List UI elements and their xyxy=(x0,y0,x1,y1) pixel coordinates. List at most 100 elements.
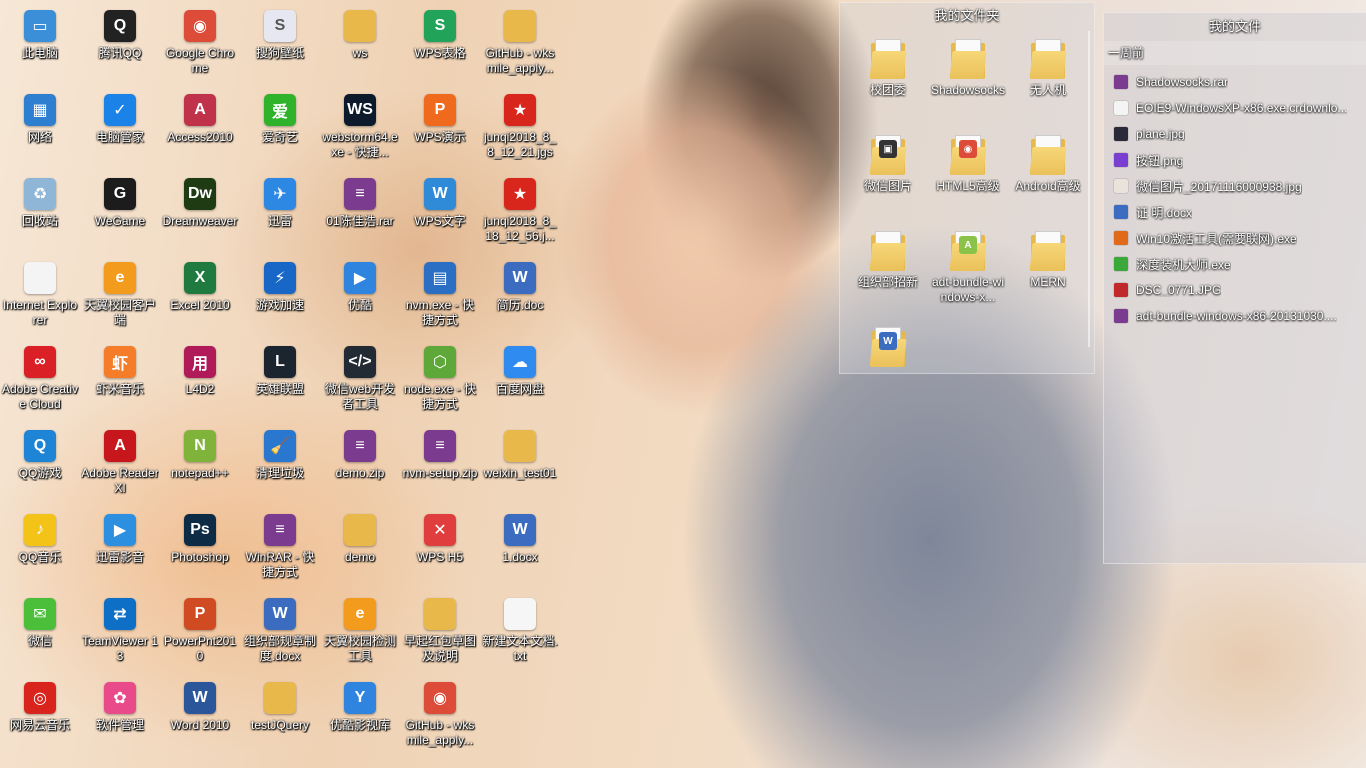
node-icon: ⬡ xyxy=(424,346,456,378)
desktop-shortcut[interactable]: 爱爱奇艺 xyxy=(240,84,320,168)
desktop-shortcut[interactable]: S WPS表格 xyxy=(400,0,480,84)
desktop-shortcut[interactable]: ⬡ node.exe - 快捷方式 xyxy=(400,336,480,420)
desktop-shortcut[interactable]: ★ junqi2018_8_18_12_56.j... xyxy=(480,168,560,252)
desktop-shortcut[interactable]: W Word 2010 xyxy=(160,672,240,756)
wps-writer-icon: W xyxy=(424,178,456,210)
desktop-shortcut[interactable]: ★ junqi2018_8_8_12_21.jgs xyxy=(480,84,560,168)
desktop-shortcut[interactable]: 🧹 清理垃圾 xyxy=(240,420,320,504)
winrar-icon: ≡ xyxy=(264,514,296,546)
folder-item[interactable]: ▣ 微信图片 xyxy=(848,129,928,225)
desktop-shortcut[interactable]: Q QQ游戏 xyxy=(0,420,80,504)
desktop-shortcut[interactable]: G WeGame xyxy=(80,168,160,252)
recent-file-item[interactable]: adt-bundle-windows-x86-20131030.... xyxy=(1104,303,1366,329)
desktop-shortcut[interactable]: ▭ 此电脑 xyxy=(0,0,80,84)
desktop-shortcut[interactable]: Q 腾讯QQ xyxy=(80,0,160,84)
desktop-shortcut-label: 腾讯QQ xyxy=(98,46,142,60)
image-icon xyxy=(1114,153,1128,167)
desktop-shortcut[interactable]: ⚡ 游戏加速 xyxy=(240,252,320,336)
desktop-shortcut[interactable]: ▶ 迅雷影音 xyxy=(80,504,160,588)
desktop-shortcut[interactable]: GitHub - wksmile_apply... xyxy=(480,0,560,84)
doc-icon: W xyxy=(504,262,536,294)
desktop-shortcut[interactable]: Dw Dreamweaver xyxy=(160,168,240,252)
recent-file-item[interactable]: Win10激活工具(需要联网).exe xyxy=(1104,225,1366,251)
desktop-shortcut[interactable]: </> 微信web开发者工具 xyxy=(320,336,400,420)
desktop-shortcut[interactable]: W WPS文字 xyxy=(400,168,480,252)
desktop-shortcut[interactable]: W 1.docx xyxy=(480,504,560,588)
desktop-shortcut[interactable]: W 组织部规章制度.docx xyxy=(240,588,320,672)
desktop-shortcut[interactable]: ✓ 电脑管家 xyxy=(80,84,160,168)
desktop-shortcut[interactable]: ◉ GitHub - wksmile_apply... xyxy=(400,672,480,756)
desktop-shortcut[interactable]: ◉ Google Chrome xyxy=(160,0,240,84)
desktop-shortcut[interactable]: ≡ demo.zip xyxy=(320,420,400,504)
desktop-shortcut[interactable]: P WPS演示 xyxy=(400,84,480,168)
desktop-shortcut[interactable]: demo xyxy=(320,504,400,588)
recent-file-item[interactable]: DSC_0771.JPG xyxy=(1104,277,1366,303)
recent-file-item[interactable]: 微信图片_20171116000938.jpg xyxy=(1104,173,1366,199)
folder-item[interactable]: Aadt-bundle-windows-x... xyxy=(928,225,1008,321)
desktop-shortcut[interactable]: ☁ 百度网盘 xyxy=(480,336,560,420)
recent-file-item[interactable]: 证 明.docx xyxy=(1104,199,1366,225)
desktop-shortcut[interactable]: ≡ nvm-setup.zip xyxy=(400,420,480,504)
desktop-shortcut[interactable]: weixin_test01 xyxy=(480,420,560,504)
desktop-shortcut[interactable]: X Excel 2010 xyxy=(160,252,240,336)
desktop-shortcut[interactable]: ≡ WinRAR - 快捷方式 xyxy=(240,504,320,588)
desktop-shortcut[interactable]: ▦ 网络 xyxy=(0,84,80,168)
desktop-shortcut-label: testJQuery xyxy=(250,718,310,732)
desktop-shortcut[interactable]: Y 优酷影视库 xyxy=(320,672,400,756)
folder-item[interactable]: Android高级 xyxy=(1008,129,1088,225)
desktop-shortcut[interactable]: ◎ 网易云音乐 xyxy=(0,672,80,756)
my-folders-scrollbar[interactable] xyxy=(1088,31,1090,347)
desktop-shortcut-label: 天翼校园客户端 xyxy=(83,298,156,327)
folder-item[interactable]: 无人机 xyxy=(1008,33,1088,129)
desktop-shortcut[interactable]: A Access2010 xyxy=(160,84,240,168)
desktop-shortcut[interactable]: e 天翼校园客户端 xyxy=(80,252,160,336)
folder-preview-icon: A xyxy=(959,236,977,254)
folder-item[interactable]: Shadowsocks xyxy=(928,33,1008,129)
desktop-shortcut[interactable]: S 搜狗壁纸 xyxy=(240,0,320,84)
folder-label: 组织部招新 xyxy=(857,275,918,289)
desktop-shortcut[interactable]: testJQuery xyxy=(240,672,320,756)
desktop-shortcut[interactable]: Ps Photoshop xyxy=(160,504,240,588)
folder-item[interactable]: 组织部招新 xyxy=(848,225,928,321)
folder-icon xyxy=(1029,135,1067,175)
desktop-shortcut[interactable]: 虾虾米音乐 xyxy=(80,336,160,420)
desktop-shortcut[interactable]: ✿ 软件管理 xyxy=(80,672,160,756)
desktop-shortcut[interactable]: P PowerPnt2010 xyxy=(160,588,240,672)
desktop-shortcut[interactable]: 新建文本文档.txt xyxy=(480,588,560,672)
desktop-shortcut[interactable]: W 简历.doc xyxy=(480,252,560,336)
desktop-shortcut-label: Internet Explorer xyxy=(2,298,78,327)
folder-item[interactable]: ◉ HTML5高级 xyxy=(928,129,1008,225)
desktop-shortcut-label: 网络 xyxy=(27,130,52,144)
recent-file-item[interactable]: 深度装机大师.exe xyxy=(1104,251,1366,277)
desktop-shortcut[interactable]: A Adobe Reader XI xyxy=(80,420,160,504)
desktop-shortcut[interactable]: ✉ 微信 xyxy=(0,588,80,672)
folder-item[interactable]: 校团委 xyxy=(848,33,928,129)
desktop-shortcut[interactable]: ♻ 回收站 xyxy=(0,168,80,252)
desktop-shortcut[interactable]: Internet Explorer xyxy=(0,252,80,336)
my-files-section-header[interactable]: 一周前 xyxy=(1104,41,1366,65)
recent-file-item[interactable]: plane.jpg xyxy=(1104,121,1366,147)
game-accelerator-icon: ⚡ xyxy=(264,262,296,294)
recent-file-item[interactable]: EOIE9-WindowsXP-x86.exe.crdownlo... xyxy=(1104,95,1366,121)
recent-file-item[interactable]: Shadowsocks.rar xyxy=(1104,69,1366,95)
desktop-shortcut[interactable]: 早起红包草图及说明 xyxy=(400,588,480,672)
desktop-shortcut[interactable]: ▤ nvm.exe - 快捷方式 xyxy=(400,252,480,336)
desktop-shortcut[interactable]: ∞ Adobe Creative Cloud xyxy=(0,336,80,420)
desktop-shortcut[interactable]: Nnotepad++ xyxy=(160,420,240,504)
desktop-shortcut[interactable]: ✕ WPS H5 xyxy=(400,504,480,588)
qq-icon: Q xyxy=(104,10,136,42)
desktop-shortcut[interactable]: ⇄ TeamViewer 13 xyxy=(80,588,160,672)
desktop-shortcut[interactable]: ♪ QQ音乐 xyxy=(0,504,80,588)
desktop-shortcut[interactable]: e 天翼校园检测工具 xyxy=(320,588,400,672)
recent-file-item[interactable]: 按钮.png xyxy=(1104,147,1366,173)
desktop-shortcut[interactable]: ▶ 优酷 xyxy=(320,252,400,336)
desktop-shortcut[interactable]: L 英雄联盟 xyxy=(240,336,320,420)
folder-item[interactable]: MERN xyxy=(1008,225,1088,321)
desktop-shortcut[interactable]: ws xyxy=(320,0,400,84)
desktop-shortcut[interactable]: ✈ 迅雷 xyxy=(240,168,320,252)
desktop-shortcut[interactable]: 用 L4D2 xyxy=(160,336,240,420)
desktop-shortcut[interactable]: WS webstorm64.exe - 快捷... xyxy=(320,84,400,168)
desktop-shortcut[interactable]: ≡ 01陈佳浩.rar xyxy=(320,168,400,252)
folder-item[interactable]: W xyxy=(848,321,928,417)
desktop-shortcut-label: WinRAR - 快捷方式 xyxy=(245,550,315,579)
